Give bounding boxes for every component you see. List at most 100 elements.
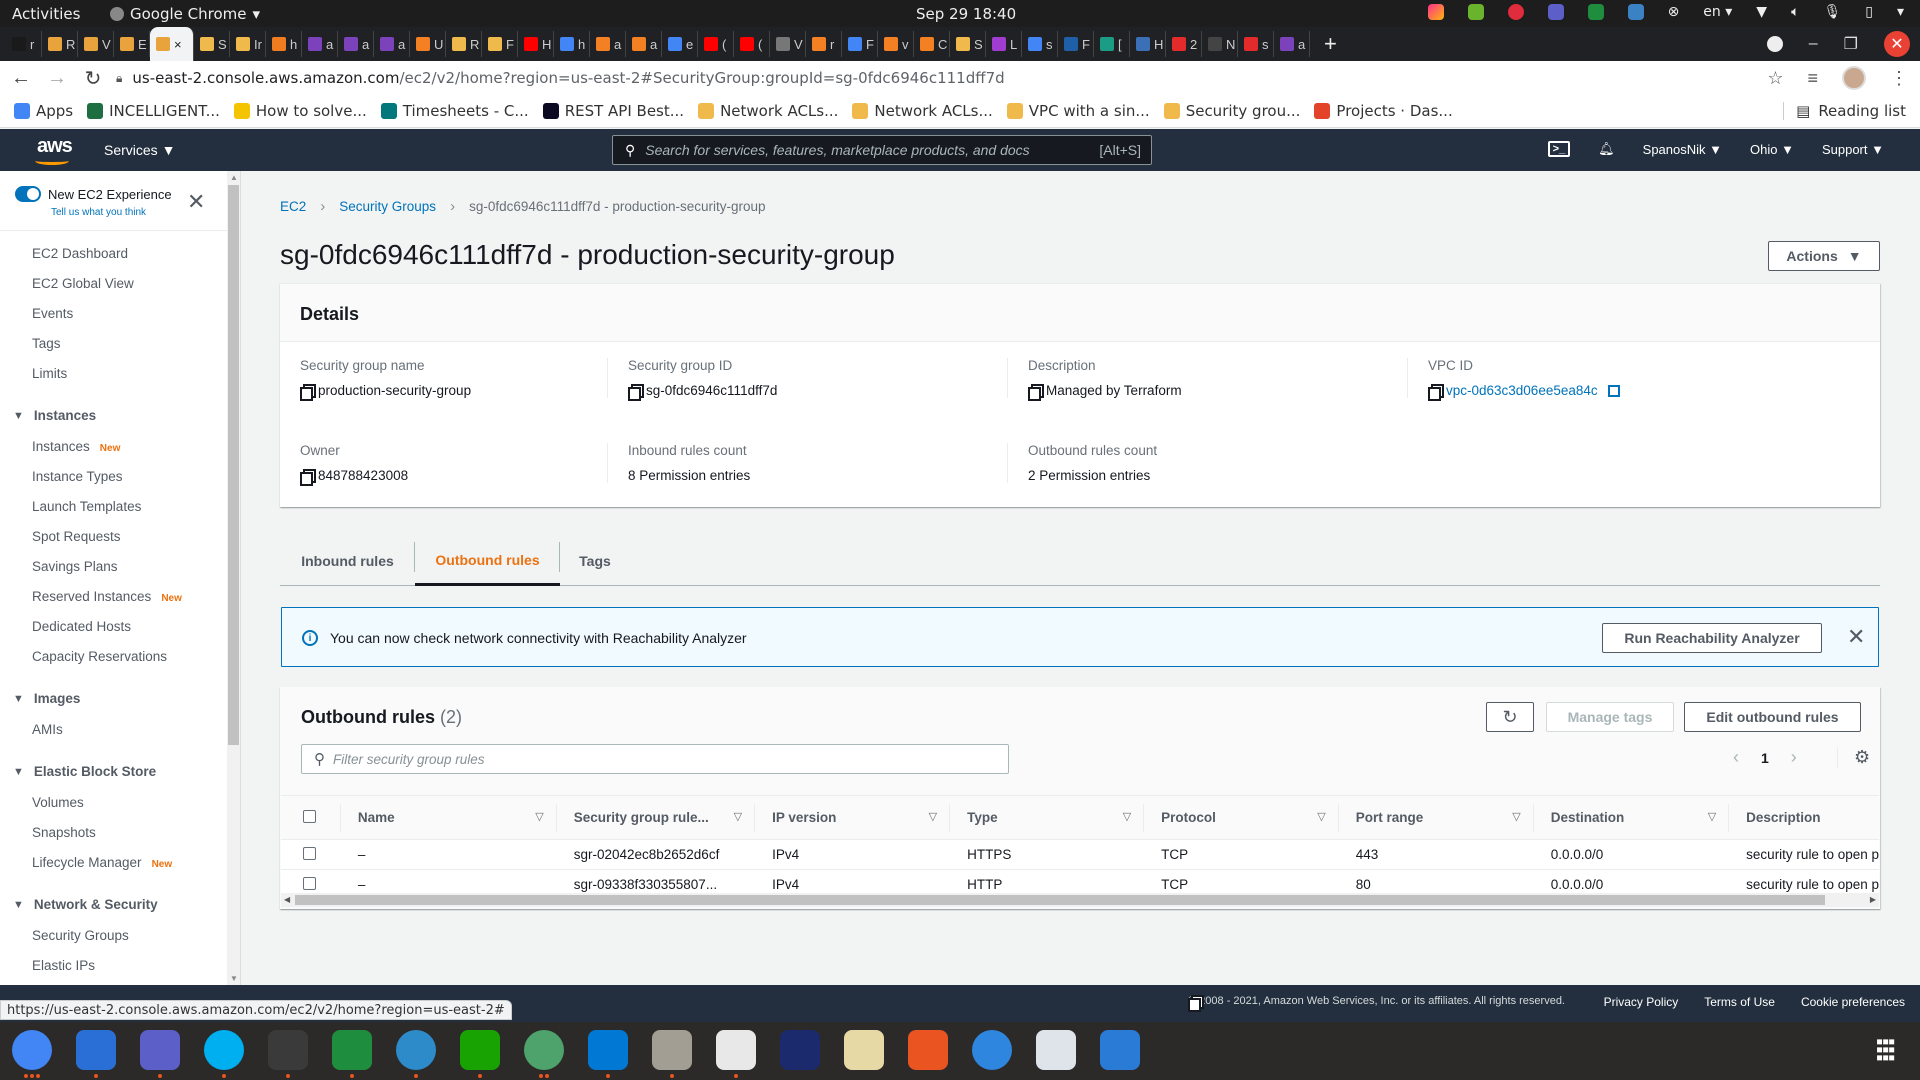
sidebar-item[interactable]: Dedicated Hosts: [32, 619, 131, 634]
tab-search-icon[interactable]: [1766, 36, 1783, 52]
sidebar-section-header[interactable]: ▼ Images: [13, 691, 80, 706]
sidebar-item[interactable]: Spot Requests: [32, 529, 121, 544]
run-reachability-analyzer-button[interactable]: Run Reachability Analyzer: [1602, 623, 1822, 653]
breadcrumb-security-groups[interactable]: Security Groups: [339, 199, 436, 214]
browser-tab[interactable]: V: [78, 31, 114, 57]
sort-icon[interactable]: ▽: [1512, 810, 1520, 823]
teams-tray-icon[interactable]: [1547, 4, 1564, 20]
next-page-button[interactable]: ›: [1791, 747, 1797, 768]
sidebar-item[interactable]: Events: [32, 306, 73, 321]
browser-tab[interactable]: a: [590, 31, 626, 57]
column-header[interactable]: Protocol ▽: [1143, 796, 1338, 840]
scroll-right-icon[interactable]: ▶: [1870, 895, 1876, 904]
reading-list-button[interactable]: ▤ Reading list: [1783, 102, 1906, 120]
browser-tab[interactable]: L: [986, 31, 1022, 57]
bookmark-item[interactable]: Network ACLs...: [852, 102, 993, 120]
browser-tab[interactable]: a: [626, 31, 662, 57]
vscode-icon[interactable]: [588, 1030, 628, 1070]
sort-icon[interactable]: ▽: [1123, 810, 1131, 823]
atom-icon[interactable]: [524, 1030, 564, 1070]
minimize-button[interactable]: –: [1809, 35, 1818, 53]
help-icon[interactable]: [972, 1030, 1012, 1070]
column-header[interactable]: Description: [1728, 796, 1879, 840]
browser-tab[interactable]: [: [1094, 31, 1130, 57]
teams-icon[interactable]: [140, 1030, 180, 1070]
browser-tab[interactable]: s: [1022, 31, 1058, 57]
browser-tab[interactable]: s: [1238, 31, 1274, 57]
filter-rules-input[interactable]: ⚲ Filter security group rules: [301, 744, 1009, 774]
browser-tab[interactable]: r: [6, 31, 42, 57]
browser-tab[interactable]: S: [194, 31, 230, 57]
tab-inbound-rules[interactable]: Inbound rules: [280, 536, 415, 586]
cloudshell-icon[interactable]: >_: [1547, 141, 1571, 157]
reload-button[interactable]: ↻: [78, 66, 108, 91]
vpn-tray-icon[interactable]: [1627, 4, 1644, 20]
back-button[interactable]: ←: [6, 67, 36, 90]
do-not-disturb-icon[interactable]: [1507, 4, 1524, 20]
libreoffice-impress-icon[interactable]: [1100, 1030, 1140, 1070]
address-bar[interactable]: 🔒︎ us-east-2.console.aws.amazon.com/ec2/…: [110, 64, 1800, 92]
account-menu[interactable]: SpanosNik ▼: [1643, 142, 1722, 157]
bookmark-item[interactable]: INCELLIGENT...: [87, 102, 220, 120]
column-header[interactable]: Type ▽: [949, 796, 1143, 840]
browser-tab[interactable]: 2: [1166, 31, 1202, 57]
browser-tab[interactable]: v: [878, 31, 914, 57]
volume-icon[interactable]: 🔈︎: [1791, 4, 1799, 20]
browser-tab[interactable]: e: [662, 31, 698, 57]
prev-page-button[interactable]: ‹: [1733, 747, 1739, 768]
libreoffice-calc-icon[interactable]: [460, 1030, 500, 1070]
sort-icon[interactable]: ▽: [734, 810, 742, 823]
browser-tab[interactable]: a: [1274, 31, 1310, 57]
browser-tab[interactable]: (: [698, 31, 734, 57]
tab-outbound-rules[interactable]: Outbound rules: [415, 536, 560, 586]
jetbrains-toolbox-icon[interactable]: [1427, 4, 1444, 20]
bookmark-item[interactable]: Projects · Das...: [1314, 102, 1453, 120]
close-sidebar-icon[interactable]: ✕: [187, 189, 205, 215]
remote-tray-icon[interactable]: ⊗: [1668, 4, 1680, 20]
thunderbird-icon[interactable]: [76, 1030, 116, 1070]
breadcrumb-ec2[interactable]: EC2: [280, 199, 306, 214]
browser-tab[interactable]: F: [482, 31, 518, 57]
table-row[interactable]: – sgr-02042ec8b2652d6cf IPv4 HTTPS TCP 443 0.0…: [281, 839, 1879, 870]
sort-icon[interactable]: ▽: [929, 810, 937, 823]
files-icon[interactable]: [652, 1030, 692, 1070]
bookmark-item[interactable]: VPC with a sin...: [1006, 102, 1150, 120]
browser-tab[interactable]: a: [338, 31, 374, 57]
sort-icon[interactable]: ▽: [535, 810, 543, 823]
sidebar-item[interactable]: Savings Plans: [32, 559, 118, 574]
sidebar-item[interactable]: Security Groups: [32, 928, 129, 943]
sidebar-item[interactable]: EC2 Dashboard: [32, 246, 128, 261]
check-badge-icon[interactable]: [1467, 4, 1484, 20]
close-window-button[interactable]: ✕: [1884, 31, 1910, 57]
tab-tags[interactable]: Tags: [560, 536, 630, 586]
sort-icon[interactable]: ▽: [1317, 810, 1325, 823]
browser-tab[interactable]: E: [114, 31, 150, 57]
app-menu[interactable]: Google Chrome ▾: [110, 5, 260, 23]
sidebar-item[interactable]: Instances New: [32, 439, 120, 454]
sidebar-item[interactable]: Limits: [32, 366, 67, 381]
edit-outbound-rules-button[interactable]: Edit outbound rules: [1684, 702, 1861, 732]
table-preferences-gear-icon[interactable]: ⚙: [1837, 747, 1870, 768]
browser-tab[interactable]: F: [842, 31, 878, 57]
column-header[interactable]: Name ▽: [339, 796, 556, 840]
sidebar-section-header[interactable]: ▼ Instances: [13, 408, 96, 423]
system-menu-caret-icon[interactable]: ▾: [1897, 4, 1904, 20]
shield-check-icon[interactable]: [1587, 4, 1604, 20]
activities-button[interactable]: Activities: [12, 5, 80, 23]
scrollbar-thumb[interactable]: [295, 895, 1825, 905]
copy-icon[interactable]: [300, 469, 316, 486]
microphone-icon[interactable]: 🎙︎: [1823, 4, 1841, 20]
scroll-up-icon[interactable]: ▲: [230, 173, 238, 182]
rhythmbox-icon[interactable]: [844, 1030, 884, 1070]
remote-desktop-icon[interactable]: [396, 1030, 436, 1070]
dismiss-flash-icon[interactable]: ✕: [1847, 624, 1865, 650]
browser-tab[interactable]: ×: [150, 27, 194, 61]
sidebar-item[interactable]: Launch Templates: [32, 499, 141, 514]
browser-tab[interactable]: N: [1202, 31, 1238, 57]
forward-button[interactable]: →: [42, 67, 72, 90]
browser-tab[interactable]: h: [554, 31, 590, 57]
vpn-shield-icon[interactable]: [332, 1030, 372, 1070]
browser-tab[interactable]: Ir: [230, 31, 266, 57]
browser-tab[interactable]: H: [518, 31, 554, 57]
refresh-button[interactable]: ↻: [1486, 702, 1534, 732]
